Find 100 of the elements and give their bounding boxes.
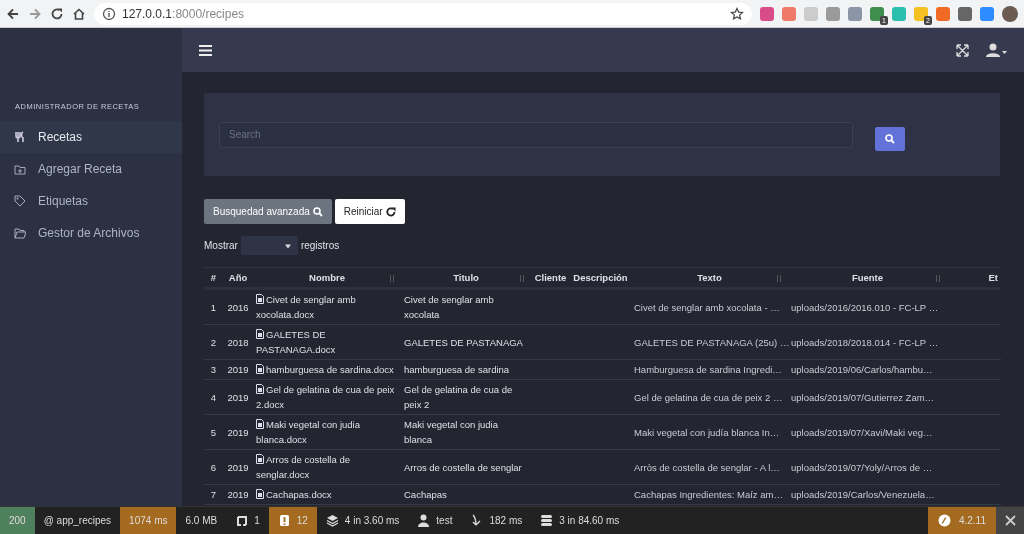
forward-icon[interactable] (28, 6, 42, 21)
toolbar-text: 6.0 MB (185, 515, 218, 526)
toolbar-text: 4 in 3.60 ms (344, 515, 400, 526)
sidebar-item[interactable]: Agregar Receta (0, 153, 182, 185)
file-link[interactable]: Cachapas.docx (253, 484, 401, 505)
label: Mostrar (204, 240, 238, 251)
folder-open-icon (14, 227, 26, 239)
table-cell: uploads/2018/2018.014 - FC-LP … (788, 324, 947, 360)
layers-icon (325, 514, 339, 527)
close-icon (1003, 514, 1017, 527)
search-field[interactable]: Search (219, 121, 853, 148)
table-cell: 2 (204, 324, 223, 360)
menu-icon[interactable] (198, 42, 213, 58)
table-cell: uploads/2019/Carlos/Venezuela… (788, 484, 947, 505)
extension-icon[interactable] (826, 6, 840, 21)
table-cell: 2019 (223, 379, 253, 415)
table-cell: Cachapas Ingredientes: Maíz am… (631, 484, 788, 505)
table-cell: 2019 (223, 484, 253, 505)
toolbar-item[interactable]: 200 (0, 507, 35, 534)
document-icon (256, 454, 264, 464)
table-cell: Civet de senglar amb xocolata (401, 288, 531, 325)
sort-icon[interactable] (776, 275, 782, 282)
table-cell: 2016 (223, 288, 253, 325)
sidebar-item[interactable]: Recetas (0, 121, 182, 153)
avatar[interactable] (1002, 5, 1018, 22)
alert-icon (277, 514, 291, 527)
search-icon (312, 206, 323, 217)
document-icon (256, 294, 264, 304)
toolbar-text: 3 in 84.60 ms (559, 515, 620, 526)
file-link[interactable]: Maki vegetal con judia blanca.docx (253, 414, 401, 450)
column-header[interactable]: Fuente (788, 267, 947, 289)
column-header[interactable]: Nombre (253, 267, 401, 289)
column-header[interactable]: Texto (631, 267, 788, 289)
table-cell: uploads/2019/07/Yoly/Arros de … (788, 449, 947, 485)
folder-plus-icon (14, 163, 26, 175)
column-header[interactable]: Titulo (401, 267, 531, 289)
server-icon (540, 514, 554, 527)
label: registros (300, 240, 340, 251)
extension-icon[interactable] (782, 6, 796, 21)
user-menu-icon[interactable] (986, 42, 1008, 58)
sync-icon (235, 514, 249, 527)
toolbar-text: 182 ms (489, 515, 523, 526)
table-cell: Gel de gelatina de cua de peix 2 (401, 379, 531, 415)
extension-icon[interactable] (980, 6, 994, 21)
table-cell: 7 (204, 484, 223, 505)
back-icon[interactable] (6, 6, 20, 21)
star-icon[interactable] (730, 6, 744, 21)
document-icon (256, 329, 264, 339)
search-button[interactable] (875, 126, 905, 151)
extension-icon[interactable] (958, 6, 972, 21)
table-cell: Gel de gelatina de cua de peix 2 … (631, 379, 788, 415)
table-cell: GALETES DE PASTANAGA (25u) … (631, 324, 788, 360)
sort-icon[interactable] (935, 275, 941, 282)
extension-icon[interactable] (848, 6, 862, 21)
sidebar-item[interactable]: Gestor de Archivos (0, 217, 182, 249)
toolbar-text: @ app_recipes (43, 515, 112, 526)
file-link[interactable]: Civet de senglar amb xocolata.docx (253, 288, 401, 325)
reset-button[interactable]: Reiniciar (334, 199, 405, 224)
table-cell: Hamburguesa de sardina Ingredi… (631, 359, 788, 380)
table-cell: 1 (204, 288, 223, 325)
extension-icon[interactable] (936, 6, 950, 21)
home-icon[interactable] (72, 6, 86, 21)
table-cell: 2019 (223, 449, 253, 485)
file-link[interactable]: hamburguesa de sardina.docx (253, 359, 401, 380)
advanced-search-button[interactable]: Busquedad avanzada (204, 199, 332, 224)
file-link[interactable]: Gel de gelatina de cua de peix 2.docx (253, 379, 401, 415)
table-cell: 4 (204, 379, 223, 415)
sidebar-item[interactable]: Etiquetas (0, 185, 182, 217)
table-cell: GALETES DE PASTANAGA (401, 324, 531, 360)
file-link[interactable]: GALETES DE PASTANAGA.docx (253, 324, 401, 360)
table-cell: Maki vegetal con judia blanca (401, 414, 531, 450)
file-link[interactable]: Arros de costella de senglar.docx (253, 449, 401, 485)
extension-icon[interactable] (760, 6, 774, 21)
toolbar-text: 12 (296, 515, 308, 526)
table-cell: 2019 (223, 414, 253, 450)
url-text: 127.0.0.1:8000/recipes (122, 6, 245, 21)
table-cell: Civet de senglar amb xocolata - … (631, 288, 788, 325)
utensils-icon (14, 131, 26, 143)
column-header: # (204, 267, 223, 289)
fullscreen-icon[interactable] (955, 42, 970, 58)
toolbar-text: 1074 ms (129, 515, 168, 526)
table-cell: uploads/2019/07/Xavi/Maki veg… (788, 414, 947, 450)
column-header: Et (947, 267, 1001, 289)
table-cell: 2018 (223, 324, 253, 360)
table-cell: uploads/2019/07/Gutierrez Zam… (788, 379, 947, 415)
table-cell: 3 (204, 359, 223, 380)
table-cell: 5 (204, 414, 223, 450)
info-icon (102, 6, 116, 21)
table-cell: Arròs de costella de senglar - A l… (631, 449, 788, 485)
version-text: 4.2.11 (958, 515, 986, 526)
table-cell: Cachapas (401, 484, 531, 505)
close-button[interactable] (996, 507, 1024, 534)
search-icon (885, 133, 895, 144)
toolbar-text: 1 (254, 515, 260, 526)
address-bar[interactable]: 127.0.0.1:8000/recipes (94, 2, 752, 25)
table-cell: Maki vegetal con judía blanca In… (631, 414, 788, 450)
sort-icon[interactable] (389, 275, 395, 282)
reload-icon[interactable] (50, 6, 64, 21)
sort-icon[interactable] (519, 275, 525, 282)
person-icon (417, 514, 431, 527)
